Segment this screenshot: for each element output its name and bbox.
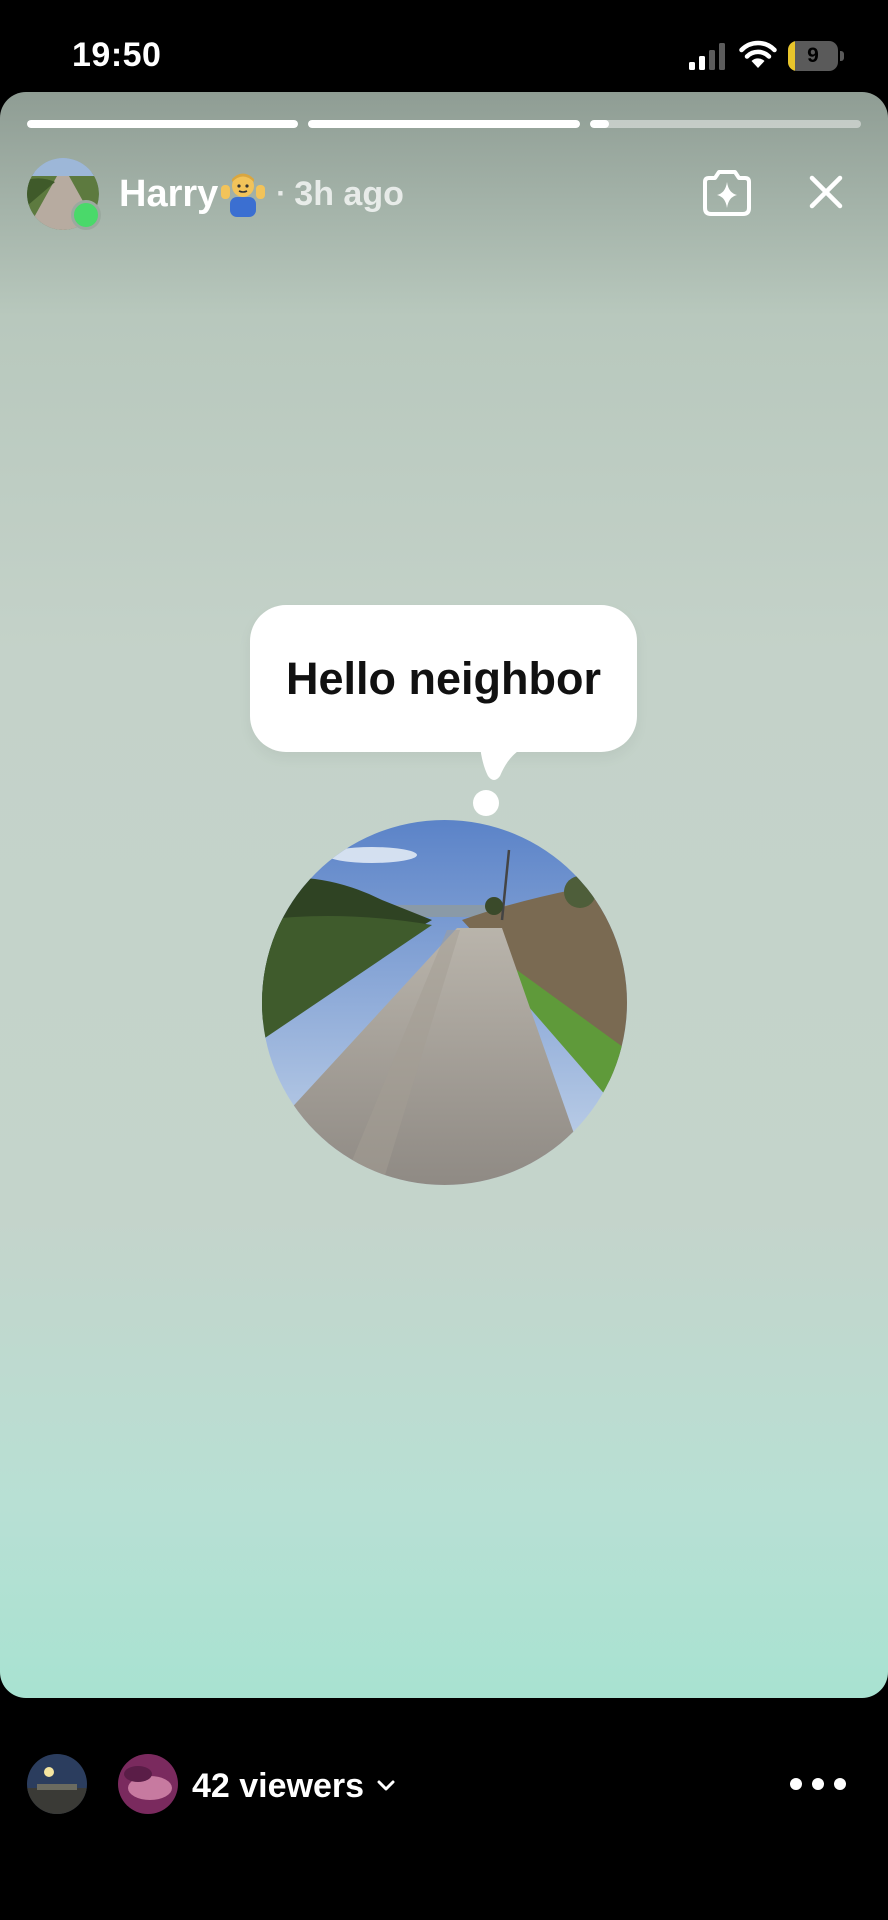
user-avatar[interactable] [27, 158, 101, 230]
more-options-button[interactable] [790, 1774, 846, 1794]
speech-bubble: Hello neighbor [250, 605, 637, 752]
shrug-emoji-icon [221, 173, 266, 217]
story-progress [27, 120, 861, 128]
user-line: Harry · 3h ago [119, 168, 404, 220]
status-time: 19:50 [72, 36, 162, 74]
battery-indicator: 9 [788, 41, 844, 71]
progress-segment-2 [308, 120, 580, 128]
progress-segment-1 [27, 120, 299, 128]
separator-dot: · [276, 177, 287, 210]
viewers-button[interactable]: 42 viewers [192, 1762, 396, 1810]
thought-dot [473, 790, 499, 816]
status-bar: 19:50 9 [0, 0, 888, 92]
username[interactable]: Harry [119, 173, 218, 216]
cellular-signal-icon [689, 43, 725, 70]
bubble-text: Hello neighbor [286, 652, 601, 704]
viewer-avatar-2[interactable] [118, 1754, 178, 1814]
camera-sparkle-icon[interactable] [699, 168, 755, 218]
ellipsis-icon [790, 1778, 802, 1790]
time-ago: 3h ago [294, 174, 404, 213]
viewer-avatar-1[interactable] [27, 1754, 87, 1814]
online-status-dot [71, 200, 101, 230]
country-road-photo[interactable] [262, 820, 627, 1185]
story-view[interactable]: Harry · 3h ago Hello neighbor [0, 92, 888, 1698]
speech-bubble-tail [480, 746, 528, 780]
wifi-icon [739, 40, 777, 68]
battery-level: 9 [807, 44, 819, 67]
viewers-label: 42 viewers [192, 1766, 365, 1805]
viewer-bar: 42 viewers [0, 1730, 888, 1840]
progress-segment-3 [589, 120, 861, 128]
close-icon[interactable] [804, 170, 848, 214]
chevron-down-icon [377, 1780, 395, 1791]
story-header: Harry · 3h ago [27, 158, 861, 232]
